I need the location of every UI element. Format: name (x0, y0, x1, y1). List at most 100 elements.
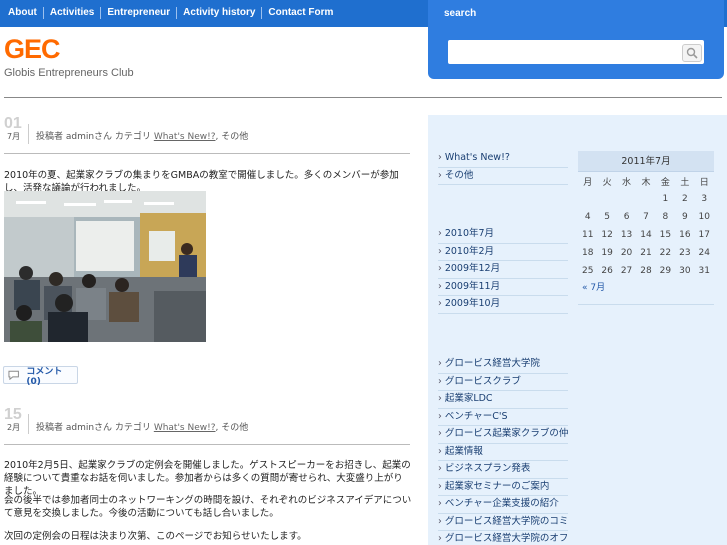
calendar-weekday: 金 (660, 177, 670, 188)
calendar-divider (578, 293, 714, 305)
post-date: 01 7月 (4, 116, 28, 142)
arrow-icon: › (438, 445, 442, 457)
link-item[interactable]: › ビジネスプラン発表 (438, 461, 568, 479)
post-date: 15 2月 (4, 407, 28, 433)
calendar-day: 16 (679, 230, 691, 240)
nav-entrepreneur[interactable]: Entrepreneur (101, 7, 178, 19)
archive-item[interactable]: › 2010年2月 (438, 244, 568, 261)
nav-contact-form[interactable]: Contact Form (262, 7, 339, 19)
archive-list: › 2010年7月 › 2010年2月 › 2009年12月 › 2009年11月 › 2… (438, 226, 568, 314)
speech-bubble-icon (8, 370, 19, 380)
calendar-day (617, 190, 636, 208)
arrow-icon: › (438, 280, 442, 292)
site-tagline: Globis Entrepreneurs Club (4, 67, 134, 79)
post-category-other[interactable]: その他 (221, 423, 248, 433)
post-month: 7月 (7, 132, 21, 141)
arrow-icon: › (438, 393, 442, 404)
calendar-day: 19 (601, 248, 613, 258)
link-item[interactable]: ›グロービス経営大学院のコミュニティ (438, 514, 568, 531)
calendar-week-row: 11 12 13 14 15 16 17 (578, 226, 714, 244)
search-button[interactable] (682, 44, 702, 62)
post-category-link[interactable]: What's New!? (154, 132, 216, 142)
nav-about[interactable]: About (2, 7, 44, 19)
link-item[interactable]: ›グロービス経営大学院のオフィシャルサイト (438, 531, 568, 545)
event-photo[interactable] (4, 191, 206, 342)
arrow-icon: › (438, 169, 442, 181)
site-logo[interactable]: GEC (4, 34, 61, 65)
arrow-icon: › (438, 245, 442, 257)
archive-item[interactable]: › 2010年7月 (438, 226, 568, 244)
arrow-icon: › (438, 410, 442, 422)
search-label: search (444, 8, 477, 19)
sidebar: › What's New!? › その他 › 2010年7月 › 2010年2月 › 20… (428, 115, 727, 545)
arrow-icon: › (438, 428, 442, 439)
date-divider (28, 124, 29, 144)
post-body-paragraph: 次回の定例会の日程は決まり次第、このページでお知らせいたします。 (4, 531, 307, 542)
archive-item[interactable]: › 2009年11月 (438, 279, 568, 296)
calendar-day (636, 190, 655, 208)
post-category-other[interactable]: その他 (221, 132, 248, 142)
calendar-weekday: 土 (680, 177, 690, 188)
link-item[interactable]: › 起業情報 (438, 444, 568, 461)
nav-activities[interactable]: Activities (44, 7, 102, 19)
category-item[interactable]: › What's New!? (438, 150, 568, 168)
post-body-paragraph: 2010年2月5日、起業家クラブの定例会を開催しました。ゲストスピーカーをお招き… (4, 460, 411, 497)
search-input[interactable] (448, 40, 704, 64)
calendar-day (597, 190, 616, 208)
post-divider (4, 153, 410, 154)
calendar-day: 5 (604, 212, 610, 222)
main-nav: About Activities Entrepreneur Activity h… (2, 7, 339, 19)
calendar-weekday: 木 (641, 177, 651, 188)
search-panel: search (428, 0, 724, 79)
calendar-day: 4 (584, 212, 591, 222)
calendar-day: 31 (698, 266, 710, 276)
calendar-prev-link[interactable]: « 7月 (582, 280, 714, 293)
link-item[interactable]: › ベンチャーC'S (438, 409, 568, 426)
calendar-day: 10 (698, 212, 710, 222)
post-meta: 投稿者 adminさん カテゴリ What's New!?, その他 (36, 132, 249, 142)
header-divider (4, 97, 722, 98)
calendar-day: 9 (681, 212, 688, 222)
calendar-day: 11 (581, 230, 594, 240)
calendar-day: 8 (662, 212, 669, 222)
calendar-weekday: 日 (699, 177, 709, 188)
calendar-day: 26 (601, 266, 613, 276)
calendar-caption: 2011年7月 (578, 151, 714, 172)
calendar-day: 7 (643, 212, 649, 222)
post-meta: 投稿者 adminさん カテゴリ What's New!?, その他 (36, 423, 249, 433)
calendar-day: 25 (581, 266, 594, 276)
archive-item[interactable]: › 2009年12月 (438, 261, 568, 279)
calendar-day: 20 (620, 248, 633, 258)
arrow-icon: › (438, 480, 442, 492)
arrow-icon: › (438, 463, 442, 474)
link-item[interactable]: › グロービス経営大学院 (438, 356, 568, 374)
arrow-icon: › (438, 152, 442, 163)
link-item[interactable]: › グロービスクラブ (438, 374, 568, 391)
link-item[interactable]: › 起業家LDC (438, 391, 568, 409)
link-item[interactable]: › 起業家セミナーのご案内 (438, 479, 568, 496)
calendar-day: 17 (698, 230, 710, 240)
post-month: 2月 (7, 423, 21, 432)
post-divider (4, 444, 410, 445)
post-author: 投稿者 adminさん カテゴリ (36, 132, 151, 142)
category-item[interactable]: › その他 (438, 168, 568, 185)
archive-item[interactable]: › 2009年10月 (438, 296, 568, 314)
calendar-weekday: 火 (602, 177, 612, 188)
link-item[interactable]: › ベンチャー企業支援の紹介 (438, 496, 568, 514)
calendar-day: 1 (662, 194, 669, 204)
arrow-icon: › (438, 375, 442, 387)
link-list: › グロービス経営大学院 › グロービスクラブ › 起業家LDC › ベンチャーC'S … (438, 356, 568, 545)
classroom-photo-image (4, 191, 206, 342)
post-category-link[interactable]: What's New!? (154, 423, 216, 433)
comments-button[interactable]: コメント (0) (3, 366, 78, 387)
post-day: 15 (4, 406, 22, 423)
arrow-icon: › (438, 533, 442, 544)
calendar-weekday-row: 月 火 水 木 金 土 日 (578, 172, 714, 190)
category-list: › What's New!? › その他 (438, 150, 568, 185)
nav-activity-history[interactable]: Activity history (177, 7, 263, 19)
link-item[interactable]: ›グロービス起業家クラブの仲間たち (438, 426, 568, 444)
calendar-day: 24 (698, 248, 710, 258)
comments-count: コメント (0) (26, 366, 63, 387)
calendar-day: 15 (659, 230, 672, 240)
arrow-icon: › (438, 263, 442, 274)
